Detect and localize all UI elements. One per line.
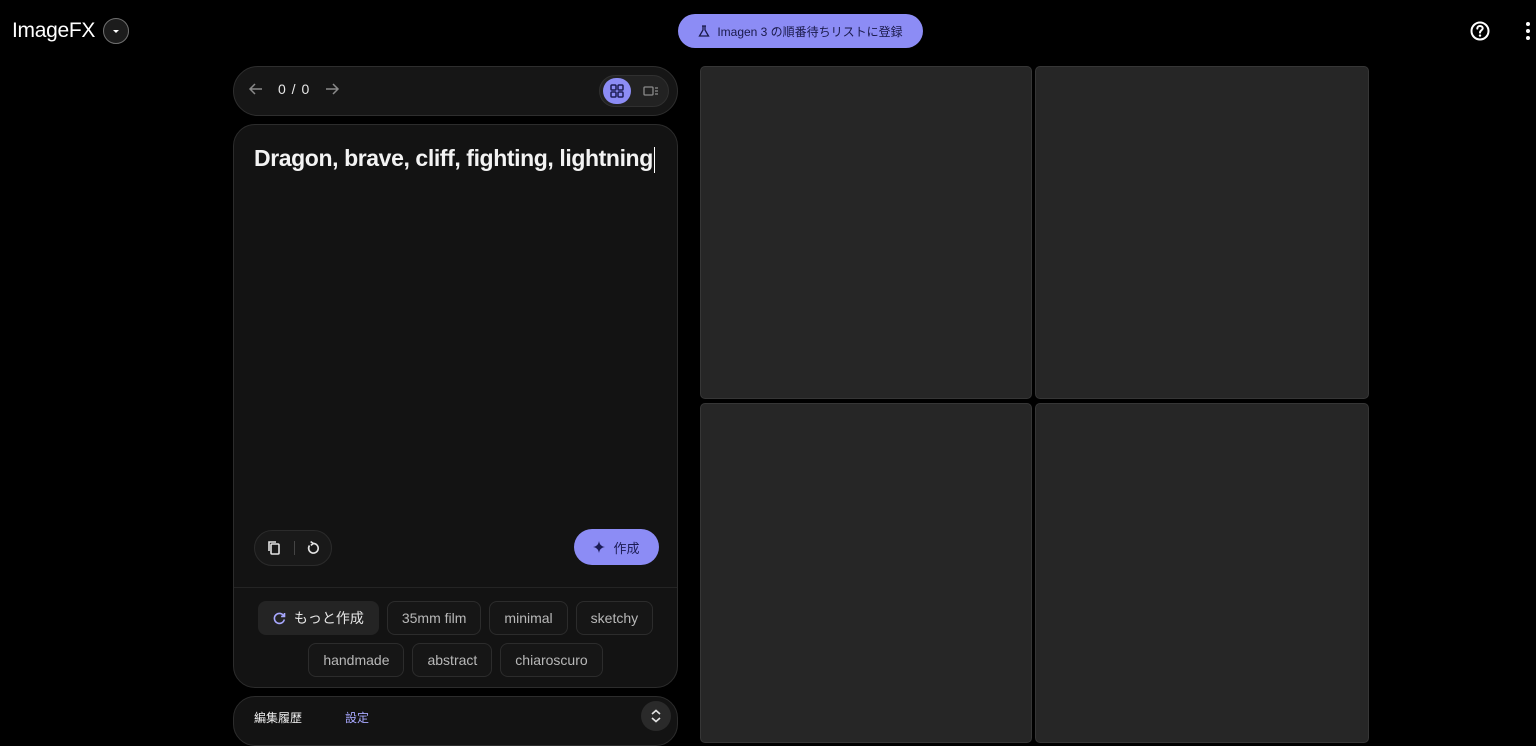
prompt-tools [254, 530, 332, 566]
history-tab[interactable]: 編集履歴 [254, 709, 302, 726]
text-caret [653, 146, 655, 173]
help-button[interactable] [1469, 20, 1491, 42]
chip-35mm-film[interactable]: 35mm film [386, 601, 482, 635]
flask-icon [698, 25, 710, 37]
chevron-down-icon [113, 30, 120, 33]
chip-sketchy[interactable]: sketchy [575, 601, 654, 635]
chip-minimal[interactable]: minimal [489, 601, 568, 635]
single-view-button[interactable] [640, 80, 662, 102]
more-ideas-label: もっと作成 [293, 610, 364, 626]
more-ideas-chip[interactable]: もっと作成 [257, 601, 379, 635]
page-counter: 0 / 0 [278, 81, 311, 97]
section-divider [234, 587, 677, 588]
settings-tab[interactable]: 設定 [345, 709, 369, 726]
chip-chiaroscuro[interactable]: chiaroscuro [500, 643, 603, 677]
waitlist-label: Imagen 3 の順番待ちリストに登録 [717, 24, 903, 39]
more-options-button[interactable] [1520, 20, 1536, 42]
grid-view-button[interactable] [603, 78, 631, 104]
app-menu-button[interactable] [103, 18, 130, 44]
expand-button[interactable] [641, 701, 671, 731]
view-toggle [599, 75, 669, 107]
arrow-left-icon[interactable] [248, 81, 264, 97]
prompt-panel: Dragon, brave, cliff, fighting, lightnin… [233, 124, 678, 688]
sparkle-icon [593, 541, 606, 553]
unfold-icon [651, 709, 661, 723]
top-bar: ImageFX Imagen 3 の順番待ちリストに登録 [0, 0, 1536, 62]
chip-handmade[interactable]: handmade [308, 643, 405, 677]
grid-view-icon [610, 84, 624, 98]
image-tile-1[interactable] [700, 66, 1032, 399]
prompt-input[interactable]: Dragon, brave, cliff, fighting, lightnin… [254, 145, 655, 173]
help-icon [1470, 21, 1490, 41]
create-label: 作成 [613, 540, 640, 556]
result-navigation: 0 / 0 [233, 66, 678, 116]
image-tile-3[interactable] [700, 403, 1032, 743]
reset-icon[interactable] [306, 541, 320, 555]
copy-icon[interactable] [266, 540, 282, 556]
single-view-icon [643, 86, 658, 96]
arrow-right-icon[interactable] [324, 81, 340, 97]
style-chips: もっと作成 35mm film minimal sketchy handmade… [234, 601, 677, 677]
history-bar: 編集履歴 設定 [233, 696, 678, 746]
prompt-text: Dragon, brave, cliff, fighting, lightnin… [254, 145, 653, 171]
image-tile-2[interactable] [1035, 66, 1369, 399]
chip-abstract[interactable]: abstract [412, 643, 493, 677]
brand: ImageFX [12, 18, 130, 44]
refresh-icon [273, 612, 286, 624]
tool-divider [293, 541, 295, 555]
waitlist-button[interactable]: Imagen 3 の順番待ちリストに登録 [678, 14, 923, 48]
more-vert-icon [1526, 22, 1530, 26]
app-title: ImageFX [12, 19, 96, 42]
image-tile-4[interactable] [1035, 403, 1369, 743]
create-button[interactable]: 作成 [574, 529, 659, 565]
